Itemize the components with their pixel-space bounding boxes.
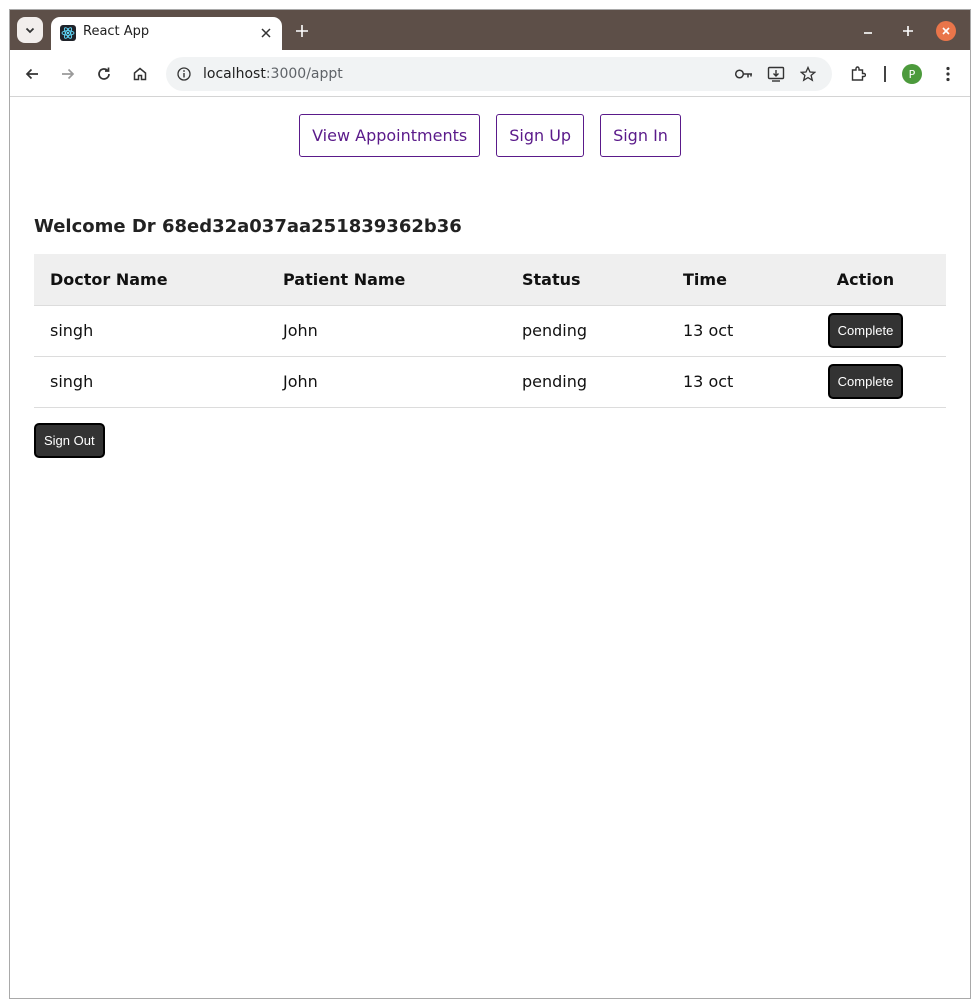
- close-icon: [942, 27, 950, 35]
- complete-button[interactable]: Complete: [827, 364, 904, 399]
- maximize-icon: [903, 26, 913, 36]
- header-patient-name: Patient Name: [267, 254, 506, 306]
- header-status: Status: [506, 254, 667, 306]
- table-row: singh John pending 13 oct Complete: [34, 356, 946, 408]
- action-cell: Complete: [785, 356, 946, 408]
- status-cell: pending: [506, 356, 667, 408]
- action-cell: Complete: [785, 305, 946, 357]
- nav-sign-in[interactable]: Sign In: [600, 114, 681, 157]
- site-info-icon[interactable]: [174, 64, 194, 84]
- tab-title: React App: [83, 24, 150, 39]
- close-window-button[interactable]: [936, 21, 956, 41]
- patient-name-cell: John: [267, 305, 506, 357]
- home-button[interactable]: [128, 62, 152, 86]
- kebab-menu-icon: [946, 66, 950, 82]
- profile-avatar[interactable]: P: [902, 64, 922, 84]
- back-button[interactable]: [20, 62, 44, 86]
- header-doctor-name: Doctor Name: [34, 254, 267, 306]
- url-text: localhost:3000/appt: [203, 66, 343, 82]
- minimize-icon: [864, 32, 872, 34]
- status-cell: pending: [506, 305, 667, 357]
- tab-close-button[interactable]: [256, 23, 276, 43]
- chevron-down-icon: [25, 27, 35, 34]
- appointments-table: Doctor Name Patient Name Status Time Act…: [34, 254, 946, 408]
- arrow-left-icon: [25, 68, 38, 80]
- nav-sign-up[interactable]: Sign Up: [496, 114, 585, 157]
- header-action: Action: [785, 254, 946, 306]
- browser-tab[interactable]: React App: [51, 17, 282, 50]
- address-bar[interactable]: localhost:3000/appt: [166, 57, 832, 91]
- page-content: View Appointments Sign Up Sign In Welcom…: [10, 97, 970, 998]
- close-icon: [261, 28, 271, 38]
- table-header-row: Doctor Name Patient Name Status Time Act…: [34, 254, 946, 306]
- maximize-button[interactable]: [896, 19, 920, 43]
- arrow-right-icon: [62, 68, 75, 80]
- doctor-name-cell: singh: [34, 356, 267, 408]
- time-cell: 13 oct: [667, 356, 785, 408]
- browser-toolbar: localhost:3000/appt P: [10, 50, 970, 97]
- forward-button[interactable]: [56, 62, 80, 86]
- header-time: Time: [667, 254, 785, 306]
- welcome-heading: Welcome Dr 68ed32a037aa251839362b36: [34, 216, 462, 237]
- browser-window: React App localhost:3000/appt P View App…: [9, 9, 971, 999]
- reload-icon: [98, 67, 110, 80]
- toolbar-divider: [884, 66, 886, 82]
- patient-name-cell: John: [267, 356, 506, 408]
- top-nav: View Appointments Sign Up Sign In: [10, 114, 970, 157]
- bookmark-star-icon[interactable]: [797, 64, 819, 84]
- time-cell: 13 oct: [667, 305, 785, 357]
- puzzle-icon: [851, 66, 866, 81]
- doctor-name-cell: singh: [34, 305, 267, 357]
- tab-search-button[interactable]: [17, 17, 43, 43]
- plus-icon: [296, 25, 308, 37]
- reload-button[interactable]: [92, 62, 116, 86]
- new-tab-button[interactable]: [290, 19, 314, 43]
- sign-out-button[interactable]: Sign Out: [34, 423, 105, 458]
- browser-menu-button[interactable]: [936, 62, 960, 86]
- extensions-button[interactable]: [846, 62, 870, 86]
- minimize-button[interactable]: [856, 19, 880, 43]
- complete-button[interactable]: Complete: [827, 313, 904, 348]
- table-row: singh John pending 13 oct Complete: [34, 305, 946, 357]
- nav-view-appointments[interactable]: View Appointments: [299, 114, 481, 157]
- home-icon: [133, 67, 147, 81]
- title-bar: React App: [10, 10, 970, 50]
- react-logo-icon: [60, 25, 76, 41]
- install-app-icon[interactable]: [765, 64, 787, 84]
- password-key-icon[interactable]: [733, 64, 755, 84]
